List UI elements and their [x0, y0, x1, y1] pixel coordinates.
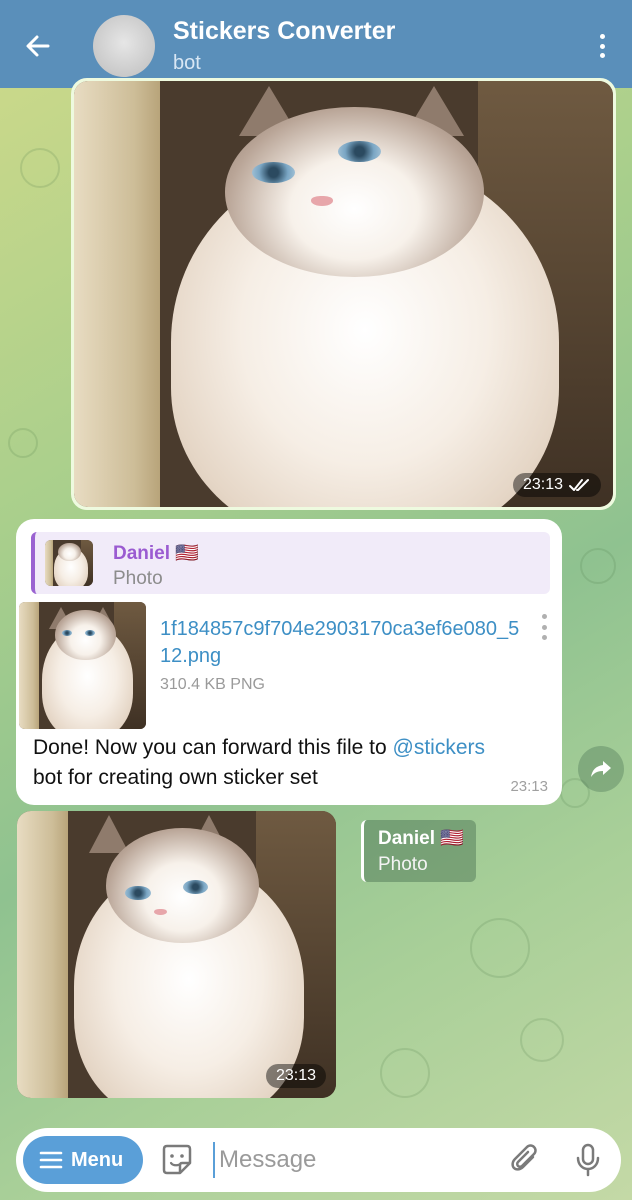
message-text: Done! Now you can forward this file to @… — [33, 733, 503, 793]
avatar[interactable] — [93, 15, 155, 77]
incoming-photo-message[interactable]: 23:13 — [17, 811, 336, 1098]
message-text-part: bot for creating own sticker set — [33, 766, 318, 789]
sticker-icon[interactable] — [158, 1141, 196, 1179]
reply-thumbnail — [45, 540, 93, 586]
message-text-part: Done! Now you can forward this file to — [33, 736, 393, 759]
forward-button[interactable] — [578, 746, 624, 792]
forwarded-from-label[interactable]: Daniel 🇺🇸 Photo — [361, 820, 476, 882]
cat-photo — [74, 81, 613, 507]
reply-text: Photo — [113, 568, 163, 589]
menu-button-label: Menu — [71, 1148, 124, 1171]
file-thumbnail[interactable] — [19, 602, 146, 729]
mention-link[interactable]: @stickers — [393, 736, 486, 759]
microphone-icon[interactable] — [569, 1141, 607, 1179]
more-vertical-icon — [541, 614, 547, 619]
share-arrow-icon — [591, 761, 611, 777]
incoming-file-message[interactable]: Daniel 🇺🇸 Photo 1f184857c9f704e2903170ca… — [16, 519, 562, 805]
more-options-button[interactable] — [590, 28, 614, 64]
back-button[interactable] — [18, 26, 58, 66]
hamburger-icon — [39, 1151, 63, 1169]
file-size: 310.4 KB PNG — [160, 676, 265, 693]
message-input[interactable] — [213, 1142, 493, 1178]
cat-photo — [17, 811, 336, 1098]
paperclip-icon[interactable] — [506, 1141, 544, 1179]
message-time: 23:13 — [522, 476, 563, 493]
double-check-icon — [569, 479, 589, 491]
menu-button[interactable]: Menu — [23, 1136, 143, 1184]
chat-title[interactable]: Stickers Converter — [173, 17, 395, 46]
message-time: 23:13 — [275, 1067, 316, 1084]
reply-quote[interactable]: Daniel 🇺🇸 Photo — [31, 532, 550, 594]
forwarded-sender: Daniel 🇺🇸 — [378, 828, 464, 849]
file-menu-button[interactable] — [540, 614, 548, 640]
message-time: 23:13 — [510, 778, 548, 795]
chat-header: Stickers Converter bot — [0, 0, 632, 88]
outgoing-photo-message[interactable]: 23:13 — [71, 78, 616, 510]
arrow-left-icon — [26, 35, 50, 57]
message-time-pill: 23:13 — [265, 1064, 326, 1088]
message-input-bar: Menu — [16, 1128, 621, 1192]
chat-subtitle: bot — [173, 52, 201, 74]
forwarded-text: Photo — [378, 854, 428, 875]
file-name[interactable]: 1f184857c9f704e2903170ca3ef6e080_512.png — [160, 616, 530, 670]
message-time-pill: 23:13 — [512, 473, 601, 497]
reply-sender: Daniel 🇺🇸 — [113, 543, 199, 564]
more-vertical-icon — [599, 34, 605, 39]
